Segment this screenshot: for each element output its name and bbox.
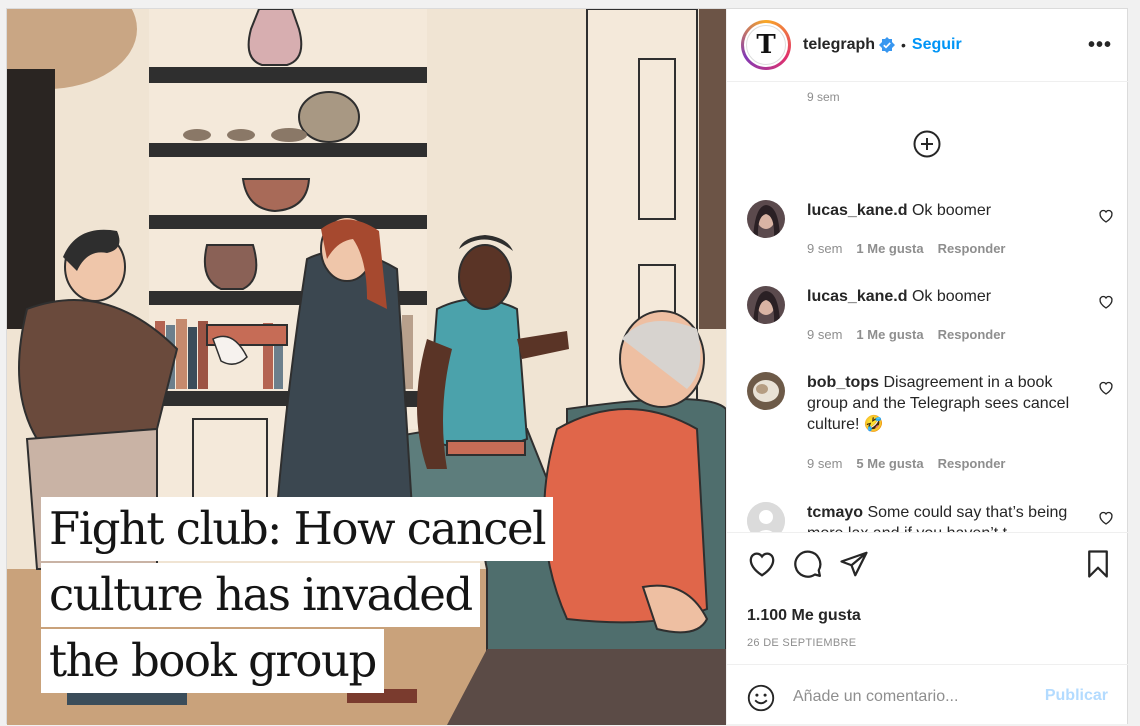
post-header: T telegraph • Seguir ••• <box>727 9 1128 82</box>
post-actions: 1.100 Me gusta 26 DE SEPTIEMBRE Publicar <box>727 532 1128 725</box>
share-paper-plane-icon[interactable] <box>839 549 869 579</box>
avatar[interactable]: T <box>741 20 791 70</box>
comment-meta: 9 sem 1 Me gusta Responder <box>807 241 1006 256</box>
headline-line-3: the book group <box>41 629 384 693</box>
headline-line-1: Fight club: How cancel <box>41 497 554 561</box>
comment-meta: 9 sem 1 Me gusta Responder <box>807 327 1006 342</box>
comment-username[interactable]: lucas_kane.d <box>807 288 908 305</box>
publish-button[interactable]: Publicar <box>1045 687 1108 705</box>
laughing-emoji-icon: 🤣 <box>863 416 884 433</box>
comment-likes[interactable]: 1 Me gusta <box>856 327 923 342</box>
post-headline: Fight club: How cancel culture has invad… <box>41 497 554 695</box>
comment-likes[interactable]: 1 Me gusta <box>856 241 923 256</box>
post-date[interactable]: 26 DE SEPTIEMBRE <box>747 637 856 649</box>
like-comment-heart-icon[interactable] <box>1098 294 1114 310</box>
emoji-picker-icon[interactable] <box>747 684 775 712</box>
comment-time[interactable]: 9 sem <box>807 456 842 471</box>
verified-badge-icon <box>879 37 896 53</box>
comment-text: Ok boomer <box>911 202 992 219</box>
commenter-avatar[interactable] <box>747 200 785 238</box>
reply-button[interactable]: Responder <box>938 327 1006 342</box>
comment-input[interactable] <box>793 684 1033 710</box>
follow-button[interactable]: Seguir <box>912 36 962 54</box>
username[interactable]: telegraph <box>803 36 875 54</box>
telegraph-logo: T <box>746 25 786 65</box>
reply-button[interactable]: Responder <box>938 456 1006 471</box>
comments-list[interactable]: 9 sem lucas_kane.d Ok boomer 9 sem 1 Me g… <box>727 82 1128 532</box>
like-comment-heart-icon[interactable] <box>1098 380 1114 396</box>
likes-count[interactable]: 1.100 Me gusta <box>747 607 861 625</box>
reply-button[interactable]: Responder <box>938 241 1006 256</box>
commenter-avatar[interactable] <box>747 502 785 532</box>
comment-bubble-icon[interactable] <box>793 549 823 579</box>
caption-timestamp: 9 sem <box>807 90 840 104</box>
commenter-avatar[interactable] <box>747 372 785 410</box>
comment-username[interactable]: bob_tops <box>807 374 879 391</box>
like-heart-icon[interactable] <box>747 549 777 579</box>
headline-line-2: culture has invaded <box>41 563 480 627</box>
comment-composer: Publicar <box>727 664 1128 726</box>
load-more-comments-icon[interactable] <box>913 130 941 158</box>
comment-likes[interactable]: 5 Me gusta <box>856 456 923 471</box>
post-image[interactable]: Fight club: How cancel culture has invad… <box>7 9 726 725</box>
comment-meta: 9 sem 5 Me gusta Responder <box>807 456 1006 471</box>
comment-text: Ok boomer <box>911 288 992 305</box>
more-options-icon[interactable]: ••• <box>1088 34 1112 57</box>
post-modal: Fight club: How cancel culture has invad… <box>6 8 1128 725</box>
separator-dot: • <box>901 37 906 53</box>
comment-time[interactable]: 9 sem <box>807 327 842 342</box>
comment-username[interactable]: tcmayo <box>807 504 863 521</box>
comment-username[interactable]: lucas_kane.d <box>807 202 908 219</box>
commenter-avatar[interactable] <box>747 286 785 324</box>
like-comment-heart-icon[interactable] <box>1098 208 1114 224</box>
post-sidebar: T telegraph • Seguir ••• 9 sem lucas_kan… <box>726 9 1128 725</box>
like-comment-heart-icon[interactable] <box>1098 510 1114 526</box>
save-bookmark-icon[interactable] <box>1083 549 1113 579</box>
comment-time[interactable]: 9 sem <box>807 241 842 256</box>
